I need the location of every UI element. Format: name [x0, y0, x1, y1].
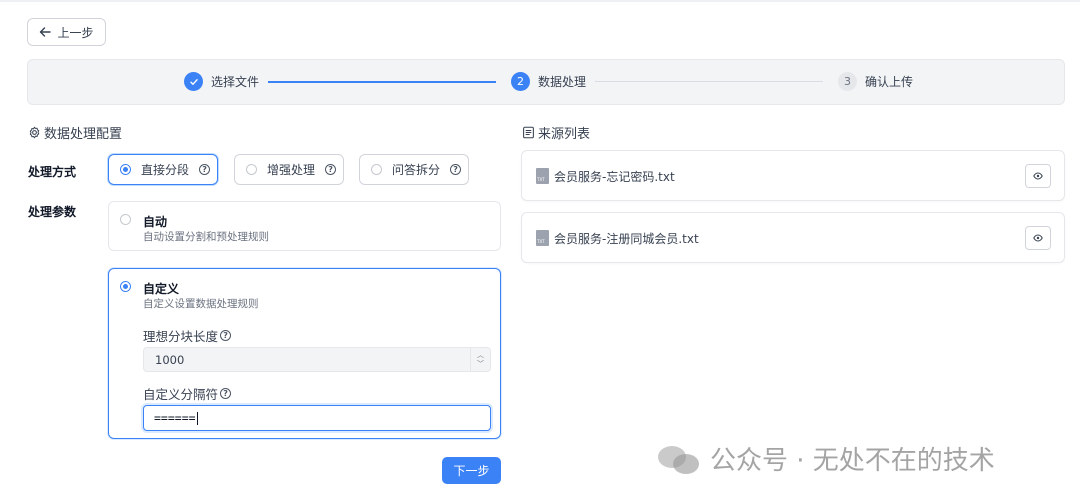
txt-file-icon: [536, 230, 549, 246]
step-connector-done: [268, 81, 496, 83]
param-option-auto[interactable]: 自动 自动设置分割和预处理规则: [108, 201, 501, 251]
method-option-label: 增强处理: [267, 163, 316, 177]
top-divider: [0, 0, 1080, 2]
back-button[interactable]: 上一步: [27, 18, 106, 46]
step-number: 3: [838, 72, 857, 91]
eye-icon: [1033, 234, 1043, 242]
param-option-desc: 自动设置分割和预处理规则: [143, 231, 269, 243]
method-option-direct-segment[interactable]: 直接分段 ?: [108, 154, 218, 185]
step-label: 数据处理: [538, 75, 587, 89]
step-data-processing: 2 数据处理: [511, 72, 586, 91]
param-option-title: 自定义: [143, 282, 180, 296]
separator-input[interactable]: ======: [143, 405, 491, 431]
arrow-left-icon: [40, 27, 52, 37]
wechat-icon: [658, 442, 700, 476]
radio-selected[interactable]: [120, 281, 131, 292]
radio-unselected[interactable]: [371, 164, 382, 175]
next-button[interactable]: 下一步: [442, 457, 501, 484]
preview-button[interactable]: [1025, 164, 1051, 188]
watermark: 公众号 · 无处不在的技术: [658, 440, 995, 477]
help-icon[interactable]: ?: [220, 330, 232, 341]
radio-unselected[interactable]: [120, 214, 131, 225]
param-option-custom[interactable]: 自定义 自定义设置数据处理规则 理想分块长度 ? 1000 ︿ ﹀ 自定义分隔符…: [108, 268, 501, 439]
help-icon[interactable]: ?: [450, 164, 462, 175]
eye-icon: [1033, 172, 1043, 180]
method-option-label: 问答拆分: [392, 163, 441, 177]
chunk-length-value: 1000: [155, 352, 185, 367]
help-icon[interactable]: ?: [199, 164, 211, 175]
param-option-title: 自动: [143, 215, 168, 229]
source-item[interactable]: 会员服务-忘记密码.txt: [521, 150, 1065, 201]
sources-section-title: 来源列表: [522, 123, 590, 142]
watermark-text: 公众号 · 无处不在的技术: [710, 446, 995, 476]
help-icon[interactable]: ?: [220, 388, 232, 399]
text-caret: [196, 411, 198, 425]
help-icon[interactable]: ?: [325, 164, 337, 175]
method-label: 处理方式: [28, 165, 77, 179]
params-label: 处理参数: [28, 205, 77, 219]
back-button-label: 上一步: [57, 25, 94, 40]
source-file-name: 会员服务-注册同城会员.txt: [554, 232, 699, 246]
radio-selected[interactable]: [120, 164, 131, 175]
chunk-length-label-text: 理想分块长度: [143, 329, 219, 344]
chevron-down-icon[interactable]: ﹀: [477, 360, 484, 369]
config-section-title: 数据处理配置: [28, 123, 122, 142]
source-item[interactable]: 会员服务-注册同城会员.txt: [521, 212, 1065, 263]
step-label: 确认上传: [865, 75, 914, 89]
separator-value: ======: [154, 411, 196, 425]
number-stepper[interactable]: ︿ ﹀: [470, 348, 490, 371]
gear-icon: [29, 126, 40, 139]
step-select-file: 选择文件: [184, 72, 259, 91]
chevron-up-icon[interactable]: ︿: [477, 351, 484, 360]
chunk-length-label: 理想分块长度 ?: [143, 326, 232, 345]
chunk-length-input[interactable]: 1000 ︿ ﹀: [143, 347, 491, 372]
method-option-enhanced[interactable]: 增强处理 ?: [234, 154, 344, 185]
step-confirm-upload: 3 确认上传: [838, 72, 913, 91]
txt-file-icon: [536, 168, 549, 184]
step-number: 2: [511, 72, 530, 91]
separator-label: 自定义分隔符 ?: [143, 384, 232, 403]
sources-section-title-text: 来源列表: [538, 127, 591, 142]
stepper-bar: 选择文件 2 数据处理 3 确认上传: [27, 59, 1065, 105]
config-section-title-text: 数据处理配置: [44, 127, 123, 142]
step-connector-pending: [595, 81, 823, 82]
source-file-name: 会员服务-忘记密码.txt: [554, 170, 675, 184]
method-option-qa-split[interactable]: 问答拆分 ?: [359, 154, 469, 185]
param-option-desc: 自定义设置数据处理规则: [143, 298, 259, 310]
check-icon: [184, 72, 203, 91]
radio-unselected[interactable]: [246, 164, 257, 175]
step-label: 选择文件: [211, 75, 260, 89]
list-document-icon: [523, 126, 534, 139]
method-option-label: 直接分段: [141, 163, 190, 177]
separator-label-text: 自定义分隔符: [143, 387, 219, 402]
preview-button[interactable]: [1025, 226, 1051, 250]
